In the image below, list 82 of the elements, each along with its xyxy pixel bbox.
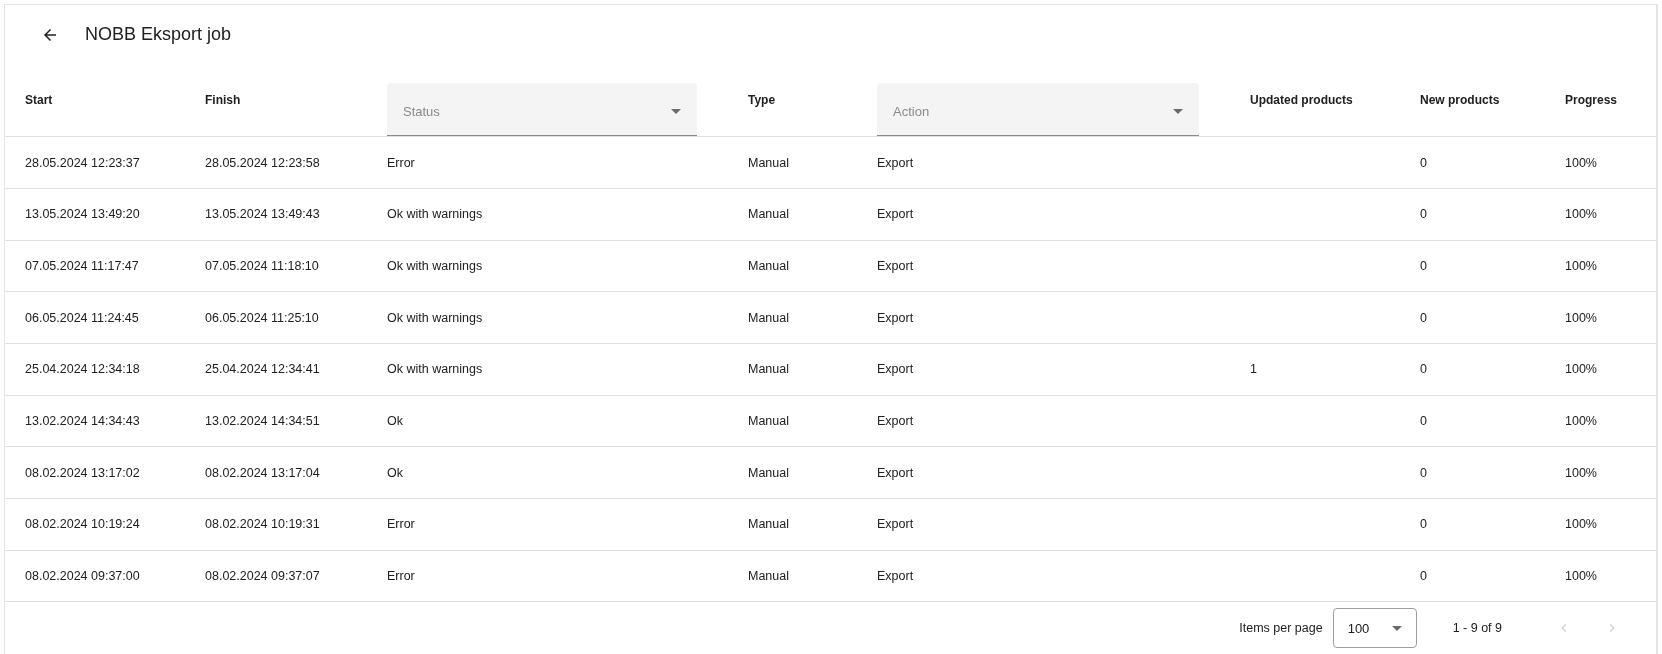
column-header: New products [1420,93,1501,108]
table-cell-text: 07.05.2024 11:17:47 [25,258,140,273]
table-cell-text: 28.05.2024 12:23:37 [25,155,141,170]
table-cell-text: Manual [748,569,790,583]
table-cell-text: Export [877,258,915,273]
caret-icon [1173,108,1183,114]
table-cell-text: 100% [1565,310,1598,325]
table-cell-text: 08.02.2024 13:17:02 [25,465,141,480]
table-cell-text: Manual [748,155,790,170]
table-cell-text: Export [877,569,915,583]
table-cell-text: 100% [1565,465,1598,480]
table-cell-text: Export [877,465,915,480]
table-cell-text: 100% [1565,258,1598,273]
table-cell-text: 06.05.2024 11:25:10 [205,310,320,325]
table-cell-text: 100% [1565,413,1598,428]
column-header: Updated products [1250,93,1354,108]
table-cell-text: Error [387,155,416,170]
page-size-select[interactable]: 100 [1332,608,1417,649]
table-cell-text: 0 [1420,258,1428,273]
table-cell-text: 100% [1565,207,1598,222]
select-placeholder: Status [403,103,440,119]
table-cell-text: Ok [387,413,404,428]
table-cell-text: Error [387,517,416,532]
table-cell-text: 0 [1420,362,1428,377]
table-cell-text: Export [877,517,915,532]
page-range: 1 - 9 of 9 [1452,621,1502,636]
table-cell-text: Ok [387,465,404,480]
table-cell-text: 100% [1565,155,1598,170]
table-cell-text: Export [877,362,915,377]
table-cell-text: 08.02.2024 10:19:24 [25,517,141,532]
table-cell-text: Ok with warnings [387,310,484,325]
table-cell-text: 0 [1420,310,1428,325]
filter-select[interactable]: Status [387,83,697,137]
table-cell-text: Ok with warnings [387,258,484,273]
table-cell-text: 0 [1420,569,1428,583]
table-cell-text: 08.02.2024 09:37:07 [205,569,321,583]
table-cell-text: Manual [748,207,790,222]
table-cell-text: Export [877,413,915,428]
table-cell-text: Export [877,155,915,170]
table-cell-text: 1 [1250,362,1258,377]
table-cell-text: 28.05.2024 12:23:58 [205,155,321,170]
items-per-page-label: Items per page [1239,621,1323,636]
table-cell-text: Manual [748,258,790,273]
table-cell-text: 06.05.2024 11:24:45 [25,310,140,325]
table-cell-text: Manual [748,465,790,480]
table-cell-text: 08.02.2024 10:19:31 [205,517,321,532]
table-cell-text: 25.04.2024 12:34:41 [205,362,321,377]
table-cell-text: Manual [748,413,790,428]
table-cell-text: Ok with warnings [387,207,484,222]
table-cell-text: 0 [1420,465,1428,480]
column-header: Progress [1565,93,1619,108]
table-cell-text: 08.02.2024 09:37:00 [25,569,141,583]
table-cell-text: Ok with warnings [387,362,484,377]
table-cell-text: 100% [1565,569,1598,583]
table-cell-text: 13.05.2024 13:49:20 [25,207,141,222]
column-header: Type [748,93,777,108]
table-cell-text: 13.02.2024 14:34:43 [25,413,141,428]
table-cell-text: 08.02.2024 13:17:04 [205,465,321,480]
table-cell-text: 25.04.2024 12:34:18 [25,362,141,377]
page-title: NOBB Eksport job [85,24,232,46]
table-cell-text: 13.02.2024 14:34:51 [205,413,321,428]
table-cell-text: 100% [1565,362,1598,377]
caret-icon [671,108,681,114]
table-cell-text: Export [877,207,915,222]
page-size-value: 100 [1347,620,1370,636]
table-cell-text: 13.05.2024 13:49:43 [205,207,321,222]
table-cell-text: 07.05.2024 11:18:10 [205,258,320,273]
table-cell-text: Manual [748,310,790,325]
table-cell-text: 0 [1420,155,1428,170]
column-header: Finish [205,93,242,108]
table-cell-text: 0 [1420,413,1428,428]
table-cell-text: Manual [748,517,790,532]
select-placeholder: Action [893,103,930,119]
table-cell-text: Manual [748,362,790,377]
table-cell-text: 0 [1420,517,1428,532]
table-cell-text: Error [387,569,416,583]
table-cell-text: Export [877,310,915,325]
table-cell-text: 100% [1565,517,1598,532]
caret-icon [1391,625,1402,631]
column-header: Start [25,93,54,108]
table-cell-text: 0 [1420,207,1428,222]
filter-select[interactable]: Action [877,83,1199,137]
